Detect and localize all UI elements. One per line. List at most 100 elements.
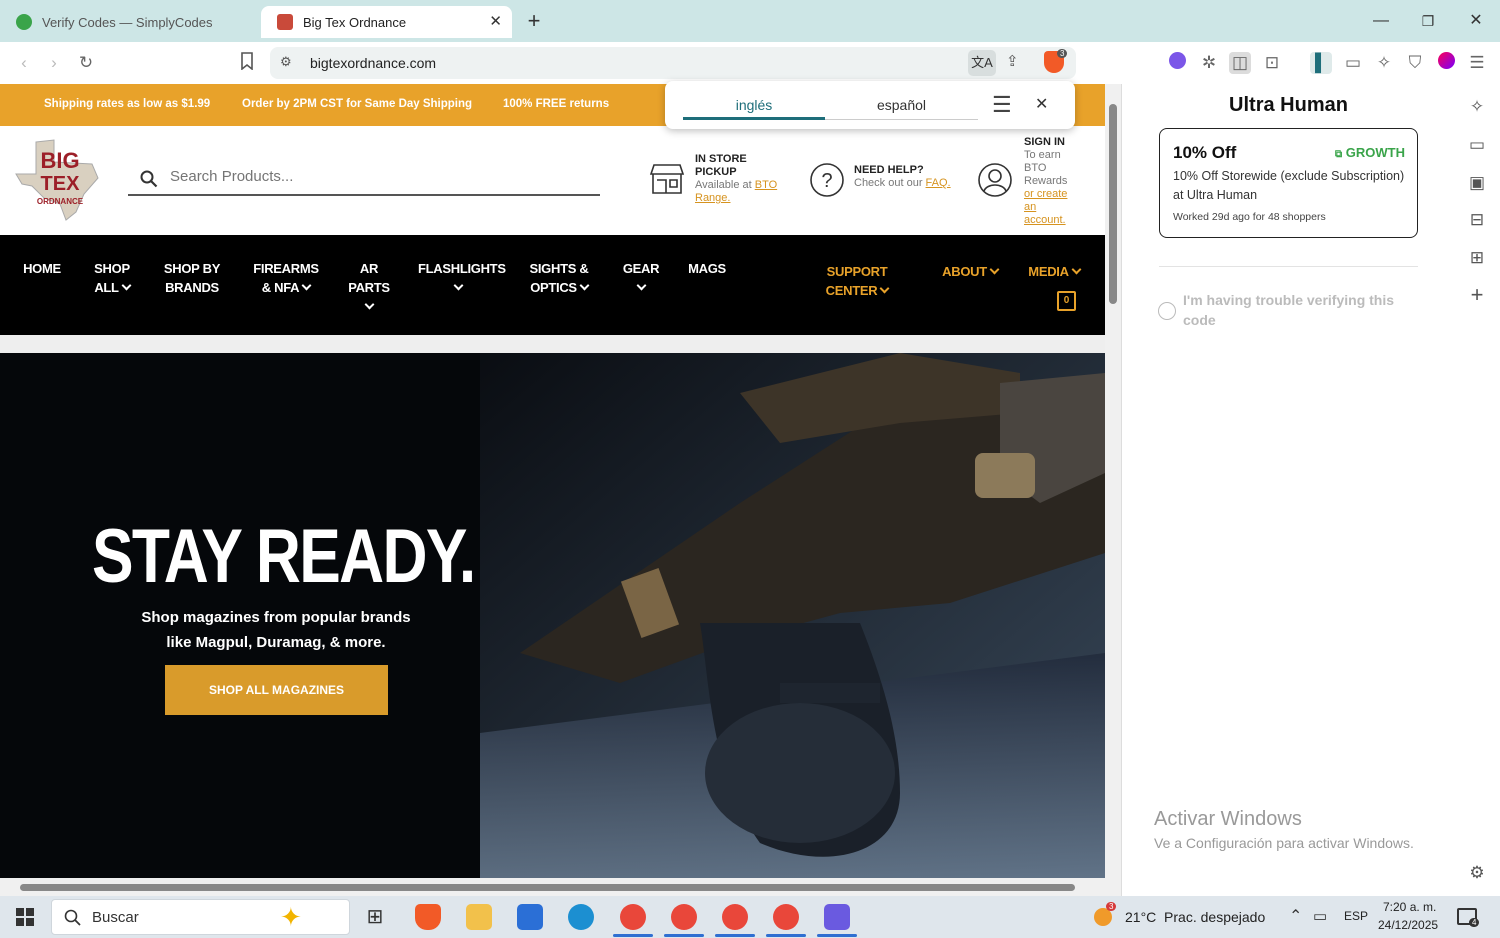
target-language-tab[interactable]: español xyxy=(825,97,978,113)
horizontal-scrollbar[interactable] xyxy=(0,878,1121,896)
address-bar[interactable]: ⚙ bigtexordnance.com 文A ⇪ 3 xyxy=(270,47,1076,79)
site-logo[interactable]: BIG TEX ORDNANCE xyxy=(14,134,100,224)
clock-time[interactable]: 7:20 a. m. xyxy=(1383,900,1436,914)
nav-firearms[interactable]: FIREARMS & NFA xyxy=(250,259,322,297)
nav-shop-brands[interactable]: SHOP BY BRANDS xyxy=(160,259,224,297)
clock-date[interactable]: 24/12/2025 xyxy=(1378,918,1438,932)
brave-taskbar-icon[interactable] xyxy=(415,904,441,930)
search-icon xyxy=(64,909,81,926)
scroll-thumb[interactable] xyxy=(20,884,1075,891)
source-language-tab[interactable]: inglés xyxy=(683,97,825,113)
trouble-radio[interactable] xyxy=(1158,302,1176,320)
signin-title[interactable]: SIGN IN xyxy=(1024,136,1072,149)
brave-profile-icon[interactable] xyxy=(773,904,799,930)
nav-sights-optics[interactable]: SIGHTS & OPTICS xyxy=(526,259,592,297)
notification-icon[interactable]: 4 xyxy=(1457,908,1480,927)
hero-subtitle: like Magpul, Duramag, & more. xyxy=(166,634,386,651)
logo-text-ordnance: ORDNANCE xyxy=(37,197,84,206)
bookmarks-icon[interactable]: ⊟ xyxy=(1466,209,1488,231)
promo-same-day[interactable]: Order by 2PM CST for Same Day Shipping xyxy=(242,98,472,110)
brave-profile-icon[interactable] xyxy=(671,904,697,930)
back-icon[interactable]: ‹ xyxy=(13,52,35,74)
extension-purple-icon[interactable] xyxy=(1166,52,1188,74)
store-taskbar-icon[interactable] xyxy=(517,904,543,930)
edge-icon[interactable] xyxy=(568,904,594,930)
nav-media[interactable]: MEDIA xyxy=(1026,262,1082,281)
leo-icon[interactable]: ✧ xyxy=(1466,96,1488,118)
promo-shipping[interactable]: Shipping rates as low as $1.99 xyxy=(44,98,210,110)
help-text: Check out our xyxy=(854,177,926,189)
simplycodes-icon xyxy=(16,14,32,30)
chevron-down-icon xyxy=(989,264,1000,275)
profile-icon[interactable] xyxy=(1435,52,1457,74)
taskbar-search[interactable]: Buscar ✦ xyxy=(51,899,350,935)
nav-home[interactable]: HOME xyxy=(20,259,64,278)
faq-link[interactable]: FAQ. xyxy=(926,177,951,189)
tray-expand-icon[interactable]: ⌃ xyxy=(1289,906,1302,926)
new-tab-icon[interactable]: + xyxy=(523,10,545,32)
split-view-icon[interactable]: ◫ xyxy=(1229,52,1251,74)
app-taskbar-icon[interactable] xyxy=(824,904,850,930)
create-account-link[interactable]: or create an account. xyxy=(1024,188,1067,226)
close-tab-icon[interactable]: ✕ xyxy=(489,12,502,30)
reload-icon[interactable]: ↻ xyxy=(75,52,97,74)
menu-icon[interactable]: ☰ xyxy=(1466,52,1488,74)
nav-gear[interactable]: GEAR xyxy=(620,259,662,297)
nav-support-center[interactable]: SUPPORT CENTER xyxy=(800,262,914,300)
forward-icon[interactable]: › xyxy=(43,52,65,74)
task-view-icon[interactable]: ⊞ xyxy=(362,904,388,930)
share-icon[interactable]: ⇪ xyxy=(1006,52,1019,70)
site-info-icon[interactable]: ⚙ xyxy=(280,54,292,70)
nav-ar-parts[interactable]: AR PARTS xyxy=(344,259,394,316)
weather-text[interactable]: 21°C Prac. despejado xyxy=(1125,909,1265,925)
file-explorer-icon[interactable] xyxy=(466,904,492,930)
url-text[interactable]: bigtexordnance.com xyxy=(310,55,436,71)
leo-ai-icon[interactable]: ✧ xyxy=(1373,52,1395,74)
search-input[interactable] xyxy=(170,162,570,190)
promo-returns[interactable]: 100% FREE returns xyxy=(503,98,609,110)
restore-icon[interactable]: ❐ xyxy=(1417,10,1439,32)
brave-profile-icon[interactable] xyxy=(620,904,646,930)
bookmark-icon[interactable] xyxy=(236,52,258,74)
windows-start-icon[interactable] xyxy=(16,908,34,926)
tab-simplycodes[interactable]: Verify Codes — SimplyCodes xyxy=(0,6,258,38)
watermark-title: Activar Windows xyxy=(1154,808,1302,830)
reader-icon[interactable]: ⊡ xyxy=(1261,52,1283,74)
minimize-icon[interactable]: — xyxy=(1370,10,1392,32)
brave-profile-icon[interactable] xyxy=(722,904,748,930)
reading-list-icon[interactable]: ⊞ xyxy=(1466,247,1488,269)
nav-about[interactable]: ABOUT xyxy=(940,262,1000,281)
wallet-icon[interactable]: ▭ xyxy=(1342,52,1364,74)
tab-bigtex[interactable]: Big Tex Ordnance ✕ xyxy=(261,6,512,38)
account-icon[interactable] xyxy=(977,162,1013,198)
language-indicator[interactable]: ESP xyxy=(1344,909,1368,923)
settings-gear-icon[interactable]: ⚙ xyxy=(1466,862,1488,884)
nav-label: & NFA xyxy=(261,280,300,295)
weather-icon[interactable]: 3 xyxy=(1092,902,1118,926)
close-window-icon[interactable]: ✕ xyxy=(1465,10,1487,32)
trouble-label[interactable]: I'm having trouble verifying this code xyxy=(1183,290,1413,330)
nav-flashlights[interactable]: FLASHLIGHTS xyxy=(418,259,506,297)
shop-all-magazines-button[interactable]: SHOP ALL MAGAZINES xyxy=(165,665,388,715)
network-icon[interactable]: ▭ xyxy=(1313,907,1327,925)
help-icon: ? xyxy=(810,163,844,197)
wallet-icon[interactable]: ▣ xyxy=(1466,172,1488,194)
playlist-icon[interactable]: ▭ xyxy=(1466,134,1488,156)
translate-icon[interactable]: 文A xyxy=(968,50,996,76)
vertical-scrollbar[interactable] xyxy=(1105,84,1121,878)
coupon-meta: Worked 29d ago for 48 shoppers xyxy=(1173,211,1326,223)
translate-menu-icon[interactable]: ☰ xyxy=(992,92,1012,118)
cart-icon[interactable]: 0 xyxy=(1057,291,1076,311)
scroll-thumb[interactable] xyxy=(1109,104,1117,304)
nav-mags[interactable]: MAGS xyxy=(686,259,728,278)
coupon-card[interactable]: 10% Off ⧉ GROWTH 10% Off Storewide (excl… xyxy=(1159,128,1418,238)
active-tab-indicator xyxy=(683,117,825,120)
add-panel-icon[interactable]: + xyxy=(1466,284,1488,306)
close-translate-icon[interactable]: ✕ xyxy=(1035,94,1048,114)
help-title: NEED HELP? xyxy=(854,164,924,176)
search-icon[interactable] xyxy=(140,170,158,188)
extensions-icon[interactable]: ✲ xyxy=(1198,52,1220,74)
vpn-icon[interactable]: ⛉ xyxy=(1404,52,1426,74)
nav-shop-all[interactable]: SHOP ALL xyxy=(88,259,136,297)
sidebar-toggle-icon[interactable]: ▌ xyxy=(1310,52,1332,74)
